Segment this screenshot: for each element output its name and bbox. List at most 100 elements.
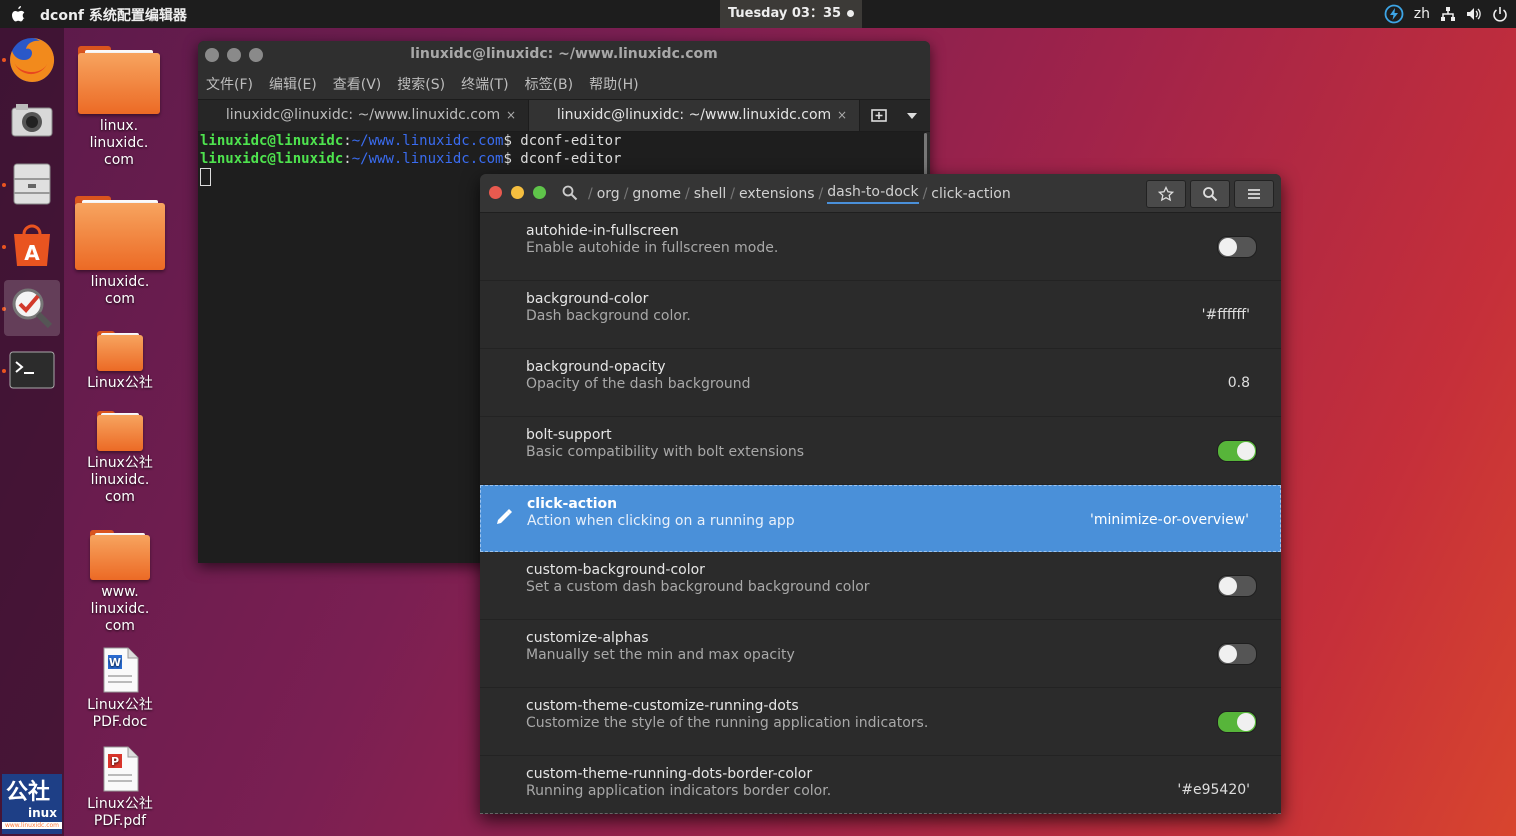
volume-icon[interactable] bbox=[1466, 6, 1482, 22]
input-method[interactable]: zh bbox=[1414, 6, 1430, 22]
setting-row[interactable]: custom-background-color Set a custom das… bbox=[480, 552, 1281, 620]
desktop-folder[interactable]: Linux公社 linuxidc. com bbox=[70, 411, 170, 506]
menu-help[interactable]: 帮助(H) bbox=[589, 74, 638, 94]
svg-text:A: A bbox=[24, 241, 40, 265]
setting-name: custom-theme-customize-running-dots bbox=[526, 698, 799, 714]
setting-row[interactable]: custom-theme-running-dots-border-color R… bbox=[480, 756, 1281, 814]
menu-terminal[interactable]: 终端(T) bbox=[461, 74, 508, 94]
terminal-scrollbar[interactable] bbox=[924, 133, 927, 177]
terminal-title: linuxidc@linuxidc: ~/www.linuxidc.com bbox=[410, 46, 718, 62]
camera-icon bbox=[11, 104, 53, 137]
menu-file[interactable]: 文件(F) bbox=[206, 74, 253, 94]
setting-description: Set a custom dash background background … bbox=[526, 579, 870, 595]
desktop-doc-file[interactable]: W Linux公社 PDF.doc bbox=[70, 647, 170, 731]
toggle-switch[interactable] bbox=[1217, 575, 1257, 597]
toggle-switch[interactable] bbox=[1217, 643, 1257, 665]
search-path-icon[interactable] bbox=[562, 185, 578, 201]
menu-button[interactable] bbox=[1234, 180, 1274, 208]
setting-description: Customize the style of the running appli… bbox=[526, 715, 929, 731]
firefox-icon bbox=[10, 37, 55, 82]
terminal-cursor bbox=[200, 168, 211, 186]
terminal-tab-2[interactable]: linuxidc@linuxidc: ~/www.linuxidc.com × bbox=[529, 100, 860, 131]
menu-edit[interactable]: 编辑(E) bbox=[269, 74, 317, 94]
maximize-button[interactable] bbox=[533, 186, 546, 199]
dconf-headerbar[interactable]: / org / gnome / shell / extensions / das… bbox=[480, 174, 1281, 213]
setting-description: Basic compatibility with bolt extensions bbox=[526, 444, 805, 460]
new-tab-icon[interactable] bbox=[870, 107, 888, 124]
word-document-icon: W bbox=[103, 647, 139, 693]
system-tray: zh bbox=[1384, 0, 1508, 28]
tab-close-icon[interactable]: × bbox=[506, 100, 516, 131]
terminal-line: linuxidc@linuxidc:~/www.linuxidc.com$ dc… bbox=[200, 133, 622, 149]
toggle-switch[interactable] bbox=[1217, 711, 1257, 733]
dock-camera[interactable] bbox=[4, 94, 60, 150]
setting-name: customize-alphas bbox=[526, 630, 649, 646]
menu-view[interactable]: 查看(V) bbox=[333, 74, 382, 94]
folder-icon bbox=[75, 196, 165, 270]
dock-dconf[interactable] bbox=[4, 280, 60, 336]
dock-firefox[interactable] bbox=[4, 32, 60, 88]
dconf-editor-window[interactable]: / org / gnome / shell / extensions / das… bbox=[480, 174, 1281, 814]
desktop-folder[interactable]: linuxidc. com bbox=[70, 196, 170, 308]
toggle-switch[interactable] bbox=[1217, 236, 1257, 258]
terminal-tab-1[interactable]: linuxidc@linuxidc: ~/www.linuxidc.com × bbox=[198, 100, 529, 131]
network-icon[interactable] bbox=[1440, 6, 1456, 22]
dock-terminal[interactable] bbox=[4, 342, 60, 398]
setting-row[interactable]: background-color Dash background color. … bbox=[480, 281, 1281, 349]
hamburger-icon bbox=[1248, 189, 1260, 199]
desktop-folder[interactable]: linux. linuxidc. com bbox=[69, 46, 169, 169]
star-icon bbox=[1158, 186, 1174, 202]
folder-icon bbox=[97, 331, 143, 371]
terminal-menubar: 文件(F) 编辑(E) 查看(V) 搜索(S) 终端(T) 标签(B) 帮助(H… bbox=[198, 69, 930, 99]
setting-value: 0.8 bbox=[1227, 375, 1250, 391]
setting-row[interactable]: custom-theme-customize-running-dots Cust… bbox=[480, 688, 1281, 756]
clock[interactable]: Tuesday 03：35 bbox=[720, 0, 862, 28]
desktop-pdf-file[interactable]: P Linux公社 PDF.pdf bbox=[70, 746, 170, 830]
terminal-line: linuxidc@linuxidc:~/www.linuxidc.com$ dc… bbox=[200, 151, 622, 167]
crumb-shell[interactable]: shell bbox=[694, 186, 727, 202]
setting-value: '#e95420' bbox=[1177, 782, 1250, 798]
pencil-icon bbox=[497, 509, 512, 524]
crumb-click-action[interactable]: click-action bbox=[931, 186, 1010, 202]
list-bottom-border bbox=[480, 813, 1281, 814]
close-button[interactable] bbox=[489, 186, 502, 199]
crumb-dash-to-dock[interactable]: dash-to-dock bbox=[827, 184, 919, 204]
setting-row-selected[interactable]: click-action Action when clicking on a r… bbox=[480, 485, 1281, 552]
minimize-button[interactable] bbox=[511, 186, 524, 199]
folder-icon bbox=[78, 46, 160, 114]
pdf-document-icon: P bbox=[103, 746, 139, 792]
dconf-editor-icon bbox=[12, 288, 53, 329]
terminal-tabs: linuxidc@linuxidc: ~/www.linuxidc.com × … bbox=[198, 99, 930, 132]
power-icon[interactable] bbox=[1492, 6, 1508, 22]
app-title[interactable]: dconf 系统配置编辑器 bbox=[40, 5, 187, 25]
search-button[interactable] bbox=[1190, 180, 1230, 208]
menu-search[interactable]: 搜索(S) bbox=[397, 74, 445, 94]
bookmark-button[interactable] bbox=[1146, 180, 1186, 208]
desktop-folder[interactable]: Linux公社 bbox=[70, 331, 170, 392]
desktop-folder[interactable]: www. linuxidc. com bbox=[70, 530, 170, 635]
breadcrumb: / org / gnome / shell / extensions / das… bbox=[588, 184, 1011, 204]
crumb-gnome[interactable]: gnome bbox=[632, 186, 681, 202]
toggle-switch[interactable] bbox=[1217, 440, 1257, 462]
chevron-down-icon[interactable] bbox=[906, 112, 918, 120]
power-status-icon[interactable] bbox=[1384, 4, 1404, 24]
dock-files[interactable] bbox=[4, 156, 60, 212]
setting-row[interactable]: background-opacity Opacity of the dash b… bbox=[480, 349, 1281, 417]
folder-icon bbox=[97, 411, 143, 451]
apple-icon[interactable] bbox=[10, 4, 26, 22]
crumb-org[interactable]: org bbox=[597, 186, 620, 202]
clock-text: Tuesday 03：35 bbox=[727, 6, 842, 21]
setting-name: background-color bbox=[526, 291, 649, 307]
setting-row[interactable]: bolt-support Basic compatibility with bo… bbox=[480, 417, 1281, 485]
dock: A 公社 inux www.linuxidc.com bbox=[0, 28, 64, 836]
crumb-extensions[interactable]: extensions bbox=[739, 186, 815, 202]
tab-close-icon[interactable]: × bbox=[837, 100, 847, 131]
menu-tabs[interactable]: 标签(B) bbox=[525, 74, 574, 94]
terminal-icon bbox=[9, 351, 55, 389]
setting-row[interactable]: customize-alphas Manually set the min an… bbox=[480, 620, 1281, 688]
setting-description: Running application indicators border co… bbox=[526, 783, 832, 799]
terminal-titlebar[interactable]: linuxidc@linuxidc: ~/www.linuxidc.com bbox=[198, 41, 930, 69]
setting-row[interactable]: autohide-in-fullscreen Enable autohide i… bbox=[480, 213, 1281, 281]
software-center-icon: A bbox=[14, 224, 50, 266]
dock-software[interactable]: A bbox=[4, 218, 60, 274]
